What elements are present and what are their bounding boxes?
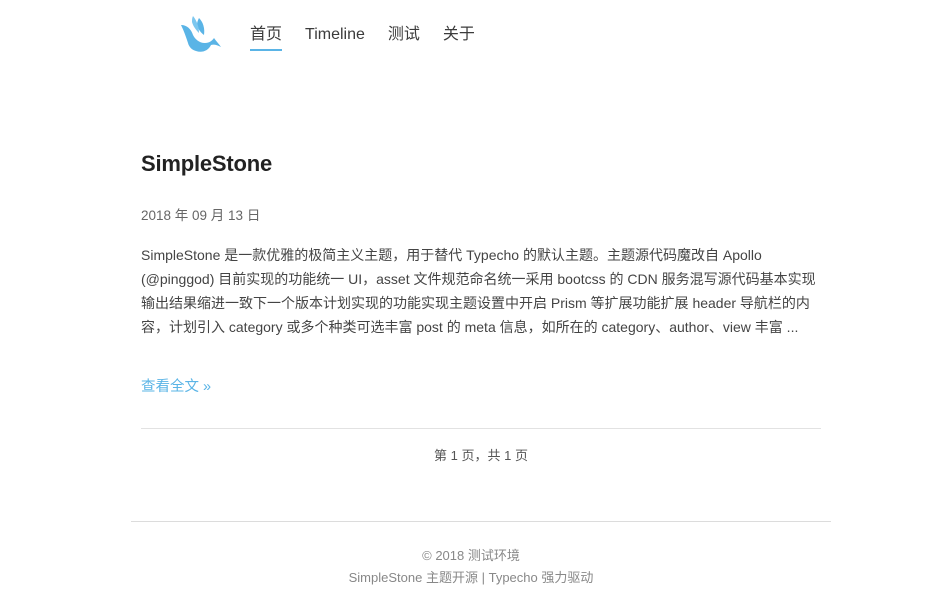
post-title[interactable]: SimpleStone — [141, 151, 272, 177]
site-footer: © 2018 测试环境 SimpleStone 主题开源 | Typecho 强… — [0, 545, 942, 589]
theme-link[interactable]: SimpleStone 主题开源 — [349, 570, 478, 585]
nav-item-test[interactable]: 测试 — [388, 24, 420, 51]
read-more-link[interactable]: 查看全文 » — [141, 375, 211, 396]
nav-item-home[interactable]: 首页 — [250, 24, 283, 51]
hummingbird-icon[interactable] — [179, 15, 223, 55]
pagination-text: 第 1 页，共 1 页 — [434, 448, 528, 463]
post-date: 2018 年 09 月 13 日 — [141, 208, 261, 223]
footer-separator: | — [481, 570, 485, 585]
nav-item-about[interactable]: 关于 — [443, 24, 475, 51]
main-nav: 首页 Timeline 测试 关于 — [250, 24, 498, 51]
footer-credits: SimpleStone 主题开源 | Typecho 强力驱动 — [0, 567, 942, 589]
typecho-link[interactable]: Typecho 强力驱动 — [489, 570, 594, 585]
nav-item-timeline[interactable]: Timeline — [305, 24, 365, 51]
footer-copyright: © 2018 测试环境 — [422, 548, 520, 563]
post-excerpt: SimpleStone 是一款优雅的极简主义主题，用于替代 Typecho 的默… — [141, 247, 816, 335]
site-header: 首页 Timeline 测试 关于 — [0, 0, 942, 80]
content-divider — [141, 428, 821, 429]
footer-divider — [131, 521, 831, 522]
